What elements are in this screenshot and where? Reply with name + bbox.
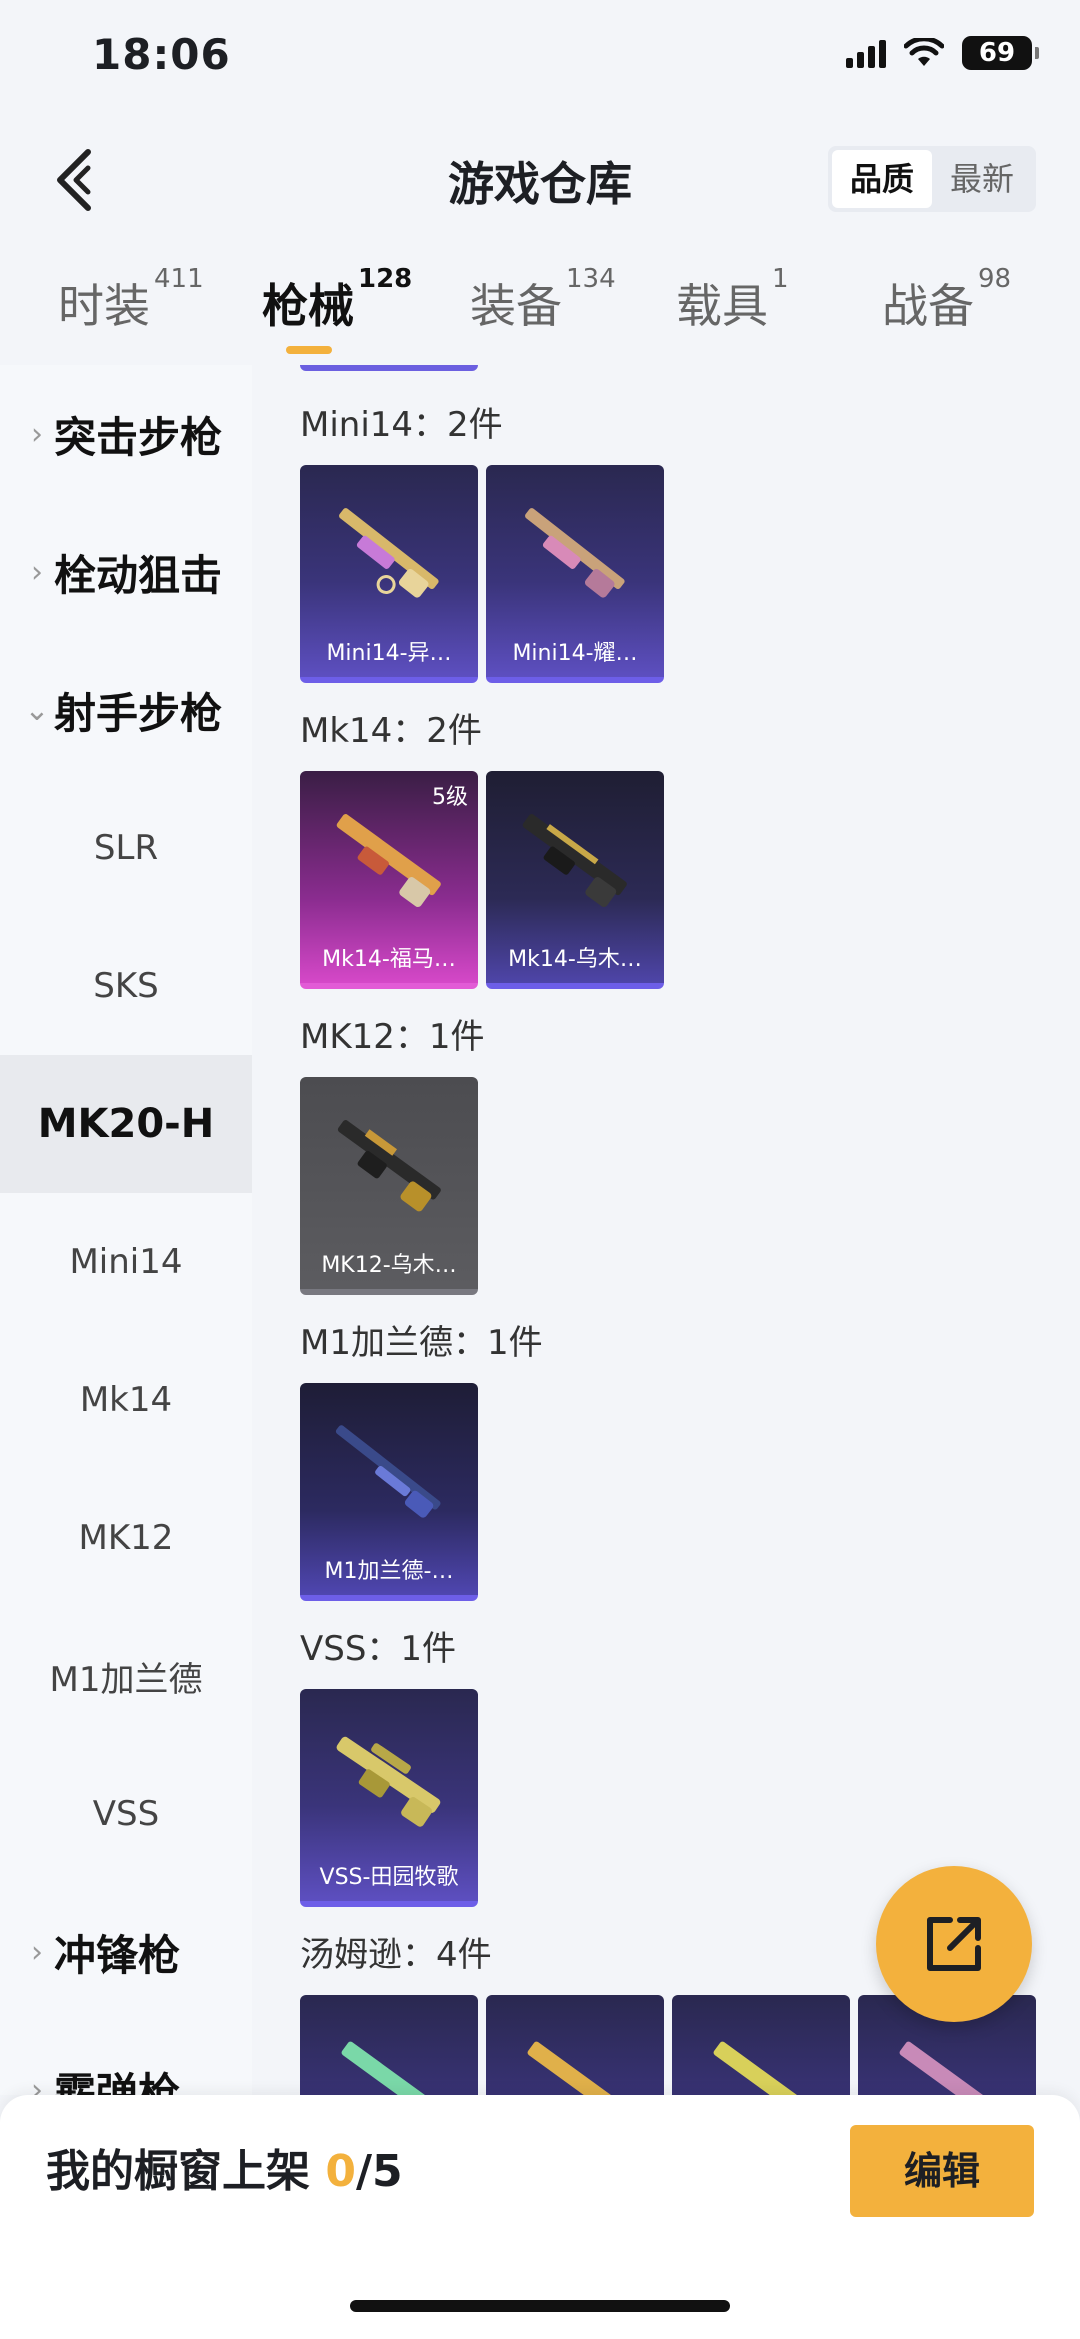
weapon-card[interactable]: MK12-乌木… [300,1077,478,1295]
bottom-bar: 我的橱窗上架 0/5 编辑 [0,2095,1080,2339]
previous-card-edge [300,365,478,371]
weapon-card[interactable]: VSS-田园牧歌 [300,1689,478,1907]
home-indicator [350,2300,730,2312]
smg-icon [713,2041,810,2095]
rifle-icon [337,1120,441,1212]
tab-count: 98 [978,264,1012,294]
tab-count: 128 [358,264,413,294]
smg-icon [899,2041,996,2095]
weapon-card[interactable]: 5级 Mk14-福马… [300,771,478,989]
group-title-m1-garand: M1加兰德：1件 [300,1323,543,1363]
smg-icon [341,2041,438,2095]
active-tab-indicator [286,346,332,354]
status-icons: 69 [846,36,1039,70]
sidebar-item-mk14[interactable]: Mk14 [0,1331,252,1469]
sidebar-item-marksman-rifle[interactable]: ⌄ 射手步枪 [0,641,252,779]
rifle-icon [336,1736,441,1827]
showcase-total: /5 [355,2146,403,2197]
showcase-label: 我的橱窗上架 [46,2146,310,2197]
chevron-right-icon: › [31,1934,43,1970]
group-title-mk12: MK12：1件 [300,1017,485,1057]
sidebar-item-bolt-sniper[interactable]: › 栓动狙击 [0,503,252,641]
smg-icon [527,2041,624,2095]
weapon-card[interactable]: M1加兰德-… [300,1383,478,1601]
group-title-thompson: 汤姆逊：4件 [300,1935,492,1975]
weapon-name: VSS-田园牧歌 [319,1865,459,1890]
status-bar: 18:06 69 [0,0,1080,120]
back-button[interactable] [48,144,108,214]
cellular-signal-icon [846,38,886,68]
chevron-down-icon: ⌄ [24,692,50,728]
category-tabs: 时装 411 枪械 128 装备 134 载具 1 战备 98 [0,250,1080,360]
tab-vehicles[interactable]: 载具 1 [676,264,789,336]
weapon-list: Mini14：2件 Mini14-异… Mini14-耀… Mk14：2件 5级… [252,365,1080,2095]
edit-button[interactable]: 编辑 [850,2125,1034,2217]
tab-count: 1 [772,264,789,294]
rifle-icon [335,1425,441,1518]
weapon-card[interactable] [300,1995,478,2095]
rifle-icon [525,508,625,598]
sidebar-item-vss[interactable]: VSS [0,1745,252,1883]
weapon-card[interactable]: Mk14-乌木… [486,771,664,989]
sidebar-item-label: 突击步枪 [54,412,223,462]
weapon-name: M1加兰德-… [324,1559,454,1584]
weapon-name: Mini14-耀… [512,641,638,666]
sidebar-item-label: 栓动狙击 [54,550,223,600]
sidebar-item-assault-rifle[interactable]: › 突击步枪 [0,365,252,503]
sidebar-item-mk12[interactable]: MK12 [0,1469,252,1607]
sort-toggle: 品质 最新 [828,146,1036,212]
chevron-right-icon: › [31,554,43,590]
sidebar-item-sks[interactable]: SKS [0,917,252,1055]
sidebar-item-label: 射手步枪 [54,688,223,738]
sort-quality-button[interactable]: 品质 [832,150,932,208]
weapon-card[interactable]: Mini14-耀… [486,465,664,683]
tab-count: 411 [154,264,204,294]
tab-supplies[interactable]: 战备 98 [882,264,1011,336]
sidebar-item-mk20h[interactable]: MK20-H [0,1055,252,1193]
tab-label: 战备 [882,279,974,333]
weapon-card[interactable]: Mini14-异… [300,465,478,683]
share-icon [927,1917,981,1971]
tab-count: 134 [566,264,616,294]
sort-newest-button[interactable]: 最新 [932,150,1032,208]
tab-equipment[interactable]: 装备 134 [470,264,616,336]
battery-icon: 69 [962,36,1039,70]
rifle-icon [339,508,439,598]
chevron-left-icon [57,149,91,211]
weapon-card[interactable] [486,1995,664,2095]
clock: 18:06 [92,30,231,79]
rifle-icon [522,814,627,907]
tab-fashion[interactable]: 时装 411 [58,264,204,336]
sidebar-item-label: 冲锋枪 [54,1930,181,1980]
rifle-icon [336,814,441,907]
page-header: 游戏仓库 品质 最新 [0,120,1080,240]
showcase-status: 我的橱窗上架 0/5 [46,2135,403,2199]
sidebar-item-smg[interactable]: › 冲锋枪 [0,1883,252,2021]
group-title-mk14: Mk14：2件 [300,711,482,751]
group-title-vss: VSS：1件 [300,1629,457,1669]
wifi-icon [904,38,944,66]
sidebar-item-m1-garand[interactable]: M1加兰德 [0,1607,252,1745]
tab-label: 载具 [676,279,768,333]
showcase-count: 0 [325,2146,356,2197]
weapon-card[interactable] [672,1995,850,2095]
weapon-type-sidebar: › 突击步枪 › 栓动狙击 ⌄ 射手步枪 SLR SKS MK20-H Mini14 … [0,365,252,2118]
weapon-name: Mk14-乌木… [508,947,642,972]
tab-label: 装备 [470,279,562,333]
weapon-name: Mini14-异… [326,641,452,666]
tab-label: 枪械 [262,279,354,333]
sidebar-item-slr[interactable]: SLR [0,779,252,917]
share-button[interactable] [876,1866,1032,2022]
tab-label: 时装 [58,279,150,333]
tab-guns[interactable]: 枪械 128 [262,264,412,336]
chevron-right-icon: › [31,416,43,452]
weapon-name: MK12-乌木… [321,1253,457,1278]
group-title-mini14: Mini14：2件 [300,405,503,445]
sidebar-item-mini14[interactable]: Mini14 [0,1193,252,1331]
weapon-name: Mk14-福马… [322,947,456,972]
